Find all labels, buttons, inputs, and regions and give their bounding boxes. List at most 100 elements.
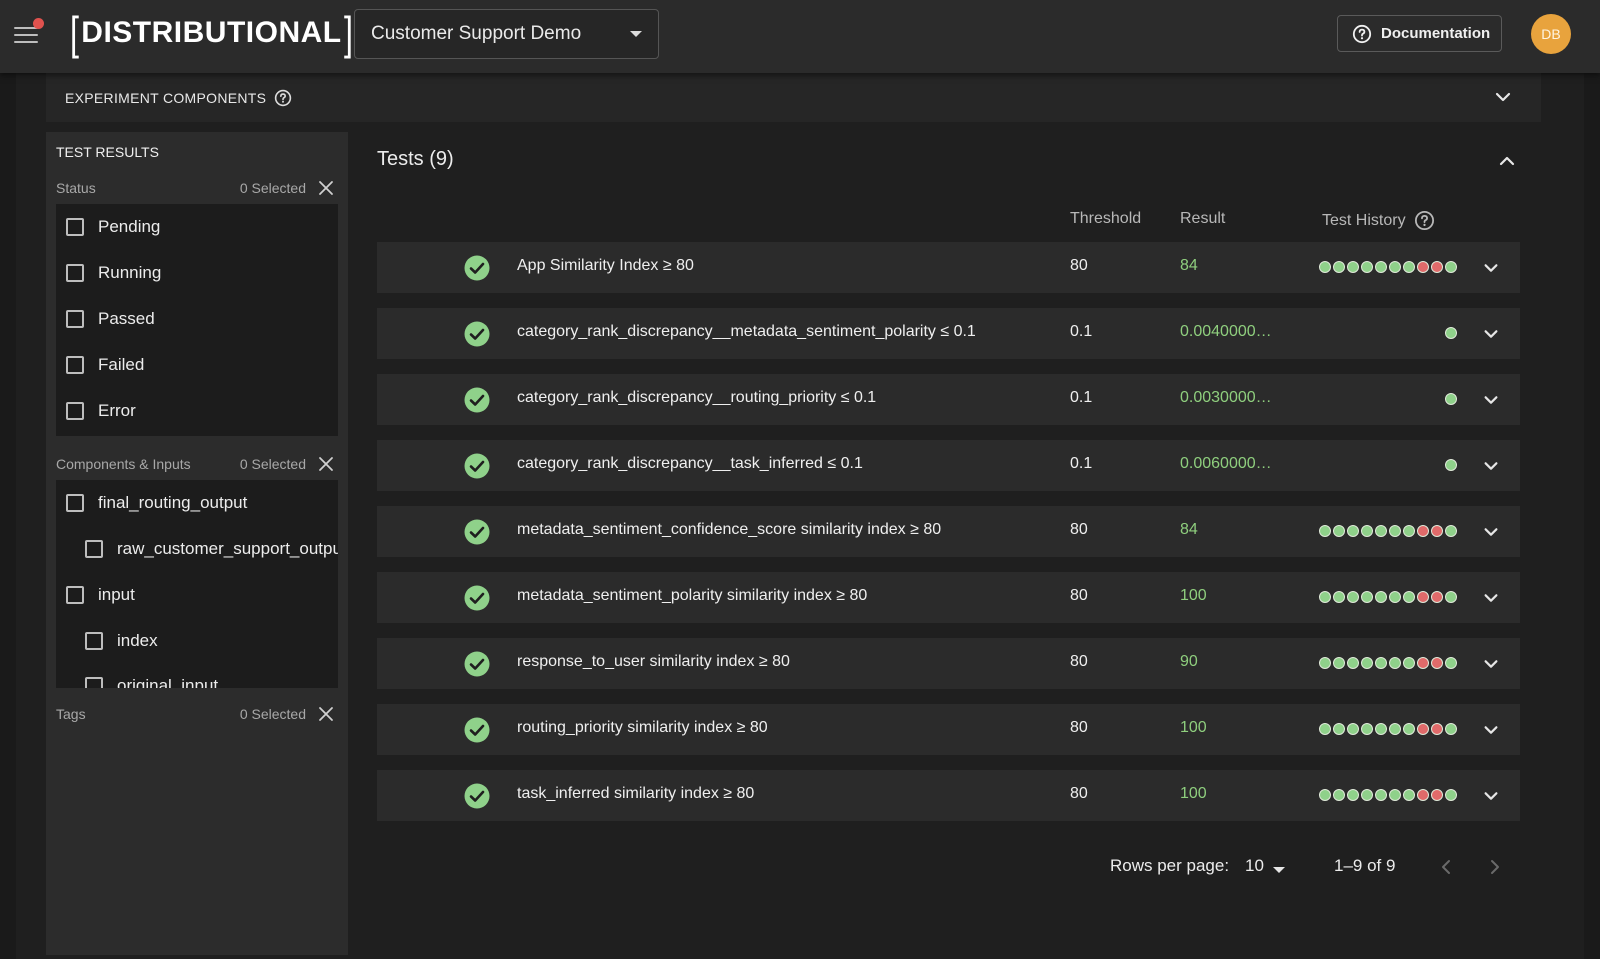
history-dot-pass[interactable] [1375,723,1387,735]
history-dot-pass[interactable] [1333,657,1345,669]
help-circle-icon[interactable] [1414,210,1435,231]
test-row[interactable]: App Similarity Index ≥ 80 80 84 [377,242,1520,293]
close-icon[interactable] [318,456,334,472]
history-dot-pass[interactable] [1347,261,1359,273]
history-dot-pass[interactable] [1361,525,1373,537]
history-dot-pass[interactable] [1361,261,1373,273]
status-option-pending[interactable]: Pending [66,217,160,237]
chevron-right-icon[interactable] [1485,857,1505,877]
history-dot-pass[interactable] [1319,723,1331,735]
chevron-down-icon[interactable] [1482,787,1500,805]
history-dot-pass[interactable] [1445,525,1457,537]
history-dot-fail[interactable] [1417,261,1429,273]
history-dot-pass[interactable] [1403,657,1415,669]
history-dot-pass[interactable] [1347,525,1359,537]
history-dot-pass[interactable] [1445,723,1457,735]
history-dot-pass[interactable] [1403,525,1415,537]
history-dot-pass[interactable] [1375,525,1387,537]
history-dot-fail[interactable] [1417,657,1429,669]
history-dot-pass[interactable] [1445,591,1457,603]
history-dot-fail[interactable] [1417,789,1429,801]
history-dot-fail[interactable] [1431,723,1443,735]
history-dot-pass[interactable] [1389,789,1401,801]
history-dot-fail[interactable] [1431,261,1443,273]
chevron-down-icon[interactable] [1482,589,1500,607]
component-option-original-input[interactable]: original_input [85,676,218,688]
history-dot-pass[interactable] [1347,723,1359,735]
checkbox[interactable] [66,310,84,328]
history-dot-pass[interactable] [1403,789,1415,801]
project-select[interactable]: Customer Support Demo [354,9,659,59]
checkbox[interactable] [66,218,84,236]
history-dot-pass[interactable] [1389,723,1401,735]
history-dot-pass[interactable] [1333,261,1345,273]
status-option-failed[interactable]: Failed [66,355,144,375]
checkbox[interactable] [85,677,103,688]
checkbox[interactable] [85,540,103,558]
test-row[interactable]: task_inferred similarity index ≥ 80 80 100 [377,770,1520,821]
checkbox[interactable] [66,264,84,282]
chevron-down-icon[interactable] [1482,523,1500,541]
chevron-left-icon[interactable] [1436,857,1456,877]
history-dot-pass[interactable] [1375,789,1387,801]
checkbox[interactable] [66,356,84,374]
status-option-error[interactable]: Error [66,401,136,421]
status-option-running[interactable]: Running [66,263,161,283]
test-row[interactable]: category_rank_discrepancy__metadata_sent… [377,308,1520,359]
history-dot-pass[interactable] [1319,525,1331,537]
history-dot-pass[interactable] [1333,525,1345,537]
experiment-components-header[interactable]: EXPERIMENT COMPONENTS [46,73,1541,122]
chevron-down-icon[interactable] [1482,721,1500,739]
history-dot-pass[interactable] [1445,393,1457,405]
history-dot-pass[interactable] [1445,327,1457,339]
history-dot-pass[interactable] [1375,261,1387,273]
history-dot-pass[interactable] [1347,657,1359,669]
component-option-index[interactable]: index [85,631,158,651]
history-dot-pass[interactable] [1319,789,1331,801]
history-dot-pass[interactable] [1319,591,1331,603]
chevron-down-icon[interactable] [1482,325,1500,343]
history-dot-pass[interactable] [1445,789,1457,801]
caret-down-icon[interactable] [1273,867,1285,873]
history-dot-pass[interactable] [1389,525,1401,537]
history-dot-pass[interactable] [1389,261,1401,273]
history-dot-fail[interactable] [1417,591,1429,603]
component-option-input[interactable]: input [66,585,135,605]
test-row[interactable]: category_rank_discrepancy__routing_prior… [377,374,1520,425]
menu-icon[interactable] [14,18,44,46]
history-dot-pass[interactable] [1347,591,1359,603]
history-dot-pass[interactable] [1319,657,1331,669]
history-dot-fail[interactable] [1431,525,1443,537]
checkbox[interactable] [66,402,84,420]
test-row[interactable]: routing_priority similarity index ≥ 80 80… [377,704,1520,755]
history-dot-pass[interactable] [1375,657,1387,669]
history-dot-pass[interactable] [1333,591,1345,603]
column-header-result[interactable]: Result [1180,210,1225,228]
history-dot-fail[interactable] [1417,723,1429,735]
close-icon[interactable] [318,180,334,196]
history-dot-pass[interactable] [1403,591,1415,603]
checkbox[interactable] [66,494,84,512]
documentation-button[interactable]: Documentation [1337,15,1502,52]
chevron-down-icon[interactable] [1493,87,1513,107]
component-option-final-routing-output[interactable]: final_routing_output [66,493,247,513]
help-circle-icon[interactable] [274,89,292,107]
test-row[interactable]: response_to_user similarity index ≥ 80 80… [377,638,1520,689]
history-dot-fail[interactable] [1417,525,1429,537]
history-dot-fail[interactable] [1431,657,1443,669]
history-dot-pass[interactable] [1389,591,1401,603]
history-dot-pass[interactable] [1403,261,1415,273]
history-dot-pass[interactable] [1403,723,1415,735]
chevron-up-icon[interactable] [1497,151,1517,171]
test-row[interactable]: metadata_sentiment_confidence_score simi… [377,506,1520,557]
history-dot-pass[interactable] [1319,261,1331,273]
history-dot-pass[interactable] [1347,789,1359,801]
close-icon[interactable] [318,706,334,722]
history-dot-pass[interactable] [1389,657,1401,669]
history-dot-pass[interactable] [1445,459,1457,471]
history-dot-pass[interactable] [1333,723,1345,735]
checkbox[interactable] [66,586,84,604]
chevron-down-icon[interactable] [1482,457,1500,475]
logo[interactable]: [DISTRIBUTIONAL] [68,10,355,56]
history-dot-pass[interactable] [1445,657,1457,669]
